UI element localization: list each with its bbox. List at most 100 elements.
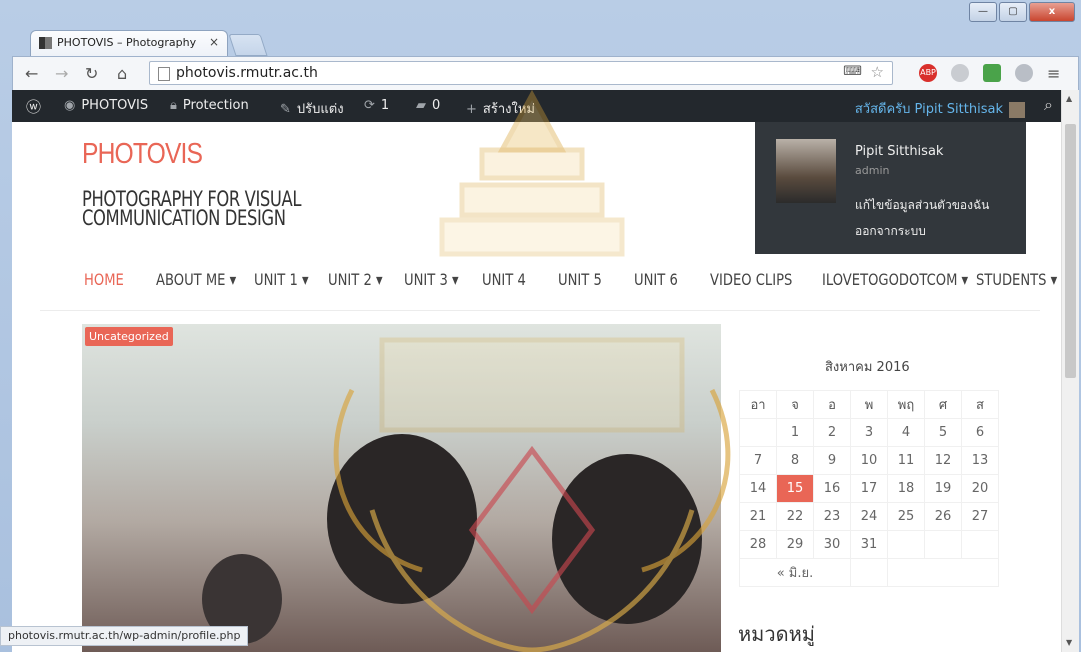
site-title[interactable]: PHOTOVIS bbox=[82, 138, 203, 171]
calendar-day: 24 bbox=[850, 502, 888, 531]
scroll-up-icon[interactable]: ▲ bbox=[1066, 94, 1072, 103]
close-window-button[interactable]: x bbox=[1029, 2, 1075, 22]
calendar-prev-link[interactable]: « มิ.ย. bbox=[739, 558, 851, 587]
scrollbar-thumb[interactable] bbox=[1065, 124, 1076, 378]
calendar-day-header: ส bbox=[961, 390, 999, 419]
home-icon[interactable]: ⌂ bbox=[117, 64, 127, 83]
admin-protection-link[interactable]: 🔒︎ Protection bbox=[170, 98, 249, 113]
brush-icon: ✎ bbox=[280, 102, 291, 117]
calendar-day-header: ศ bbox=[924, 390, 962, 419]
calendar-day bbox=[924, 530, 962, 559]
main-menu: HOME ABOUT ME ▾ UNIT 1 ▾ UNIT 2 ▾ UNIT 3… bbox=[12, 270, 1061, 310]
menu-item-about-me[interactable]: ABOUT ME ▾ bbox=[156, 270, 236, 289]
tab-title: PHOTOVIS – Photography bbox=[57, 36, 197, 49]
menu-item-unit-3[interactable]: UNIT 3 ▾ bbox=[404, 270, 459, 289]
menu-item-unit-1[interactable]: UNIT 1 ▾ bbox=[254, 270, 309, 289]
calendar-day: 11 bbox=[887, 446, 925, 475]
calendar-table: อา จ อ พ พฤ ศ ส 1 2 3 4 5 6 7 8 9 10 11 … bbox=[739, 390, 999, 587]
avatar bbox=[1009, 101, 1025, 118]
tab-close-icon[interactable]: × bbox=[209, 35, 219, 49]
calendar-day bbox=[739, 418, 777, 447]
calendar-day: 5 bbox=[924, 418, 962, 447]
forward-arrow-icon[interactable]: → bbox=[55, 64, 68, 83]
extension-globe-icon[interactable] bbox=[1015, 64, 1033, 82]
wp-admin-bar: ⓦ ◉ PHOTOVIS 🔒︎ Protection ✎ ปรับแต่ง ⟳ 1 ▰ 0… bbox=[12, 90, 1061, 122]
scroll-down-icon[interactable]: ▼ bbox=[1066, 638, 1072, 647]
menu-item-students[interactable]: STUDENTS ▾ bbox=[976, 270, 1057, 289]
reload-icon[interactable]: ↻ bbox=[85, 64, 98, 83]
calendar-day: 7 bbox=[739, 446, 777, 475]
new-tab-button[interactable] bbox=[228, 34, 268, 56]
calendar-day: 8 bbox=[776, 446, 814, 475]
calendar-day: 25 bbox=[887, 502, 925, 531]
address-url: photovis.rmutr.ac.th bbox=[176, 65, 318, 81]
calendar-day: 9 bbox=[813, 446, 851, 475]
browser-toolbar: ← → ↻ ⌂ photovis.rmutr.ac.th ⌨ ☆ ABP ≡ bbox=[12, 56, 1079, 90]
extension-gray-icon[interactable] bbox=[951, 64, 969, 82]
menu-item-ilovetogodotcom[interactable]: ILOVETOGODOTCOM ▾ bbox=[822, 270, 968, 289]
admin-new-link[interactable]: + สร้างใหม่ bbox=[466, 98, 535, 119]
calendar-day: 10 bbox=[850, 446, 888, 475]
calendar-day: 26 bbox=[924, 502, 962, 531]
search-icon[interactable]: ⌕ bbox=[1044, 95, 1053, 115]
menu-item-home[interactable]: HOME bbox=[84, 270, 124, 289]
profile-role[interactable]: admin bbox=[855, 164, 889, 177]
calendar-spacer bbox=[850, 558, 888, 587]
translate-icon[interactable]: ⌨ bbox=[843, 64, 862, 79]
status-bar: photovis.rmutr.ac.th/wp-admin/profile.ph… bbox=[0, 626, 249, 646]
menu-hamburger-icon[interactable]: ≡ bbox=[1047, 64, 1060, 83]
calendar-day: 3 bbox=[850, 418, 888, 447]
category-badge[interactable]: Uncategorized bbox=[85, 327, 173, 346]
calendar-day: 27 bbox=[961, 502, 999, 531]
calendar-day: 17 bbox=[850, 474, 888, 503]
browser-tab[interactable]: PHOTOVIS – Photography × bbox=[30, 30, 228, 56]
edit-profile-link[interactable]: แก้ไขข้อมูลส่วนตัวของฉัน bbox=[855, 196, 989, 215]
calendar-day: 16 bbox=[813, 474, 851, 503]
comment-icon: ▰ bbox=[416, 98, 426, 113]
vertical-scrollbar[interactable]: ▲ ▼ bbox=[1061, 90, 1079, 652]
admin-customize-link[interactable]: ✎ ปรับแต่ง bbox=[280, 98, 344, 119]
back-arrow-icon[interactable]: ← bbox=[25, 64, 38, 83]
menu-item-unit-6[interactable]: UNIT 6 bbox=[634, 270, 678, 289]
categories-heading: หมวดหมู่ bbox=[738, 622, 815, 646]
page-icon bbox=[158, 67, 170, 81]
menu-item-unit-4[interactable]: UNIT 4 bbox=[482, 270, 526, 289]
profile-avatar[interactable] bbox=[776, 139, 836, 203]
admin-greeting: สวัสดีครับ Pipit Sitthisak bbox=[854, 102, 1003, 117]
featured-image[interactable]: Uncategorized bbox=[82, 324, 721, 652]
admin-site-link[interactable]: ◉ PHOTOVIS bbox=[64, 98, 148, 113]
minimize-button[interactable]: — bbox=[969, 2, 997, 22]
calendar-day bbox=[961, 530, 999, 559]
maximize-button[interactable]: ▢ bbox=[999, 2, 1027, 22]
bookmark-star-icon[interactable]: ☆ bbox=[871, 63, 884, 81]
admin-comments-count: 0 bbox=[432, 98, 441, 113]
address-bar[interactable]: photovis.rmutr.ac.th ⌨ ☆ bbox=[149, 61, 893, 85]
calendar-day: 30 bbox=[813, 530, 851, 559]
calendar-next-empty bbox=[887, 558, 999, 587]
admin-updates-link[interactable]: ⟳ 1 bbox=[364, 98, 389, 113]
calendar-day: 28 bbox=[739, 530, 777, 559]
photo-head bbox=[327, 434, 477, 604]
admin-comments-link[interactable]: ▰ 0 bbox=[416, 98, 440, 113]
logout-link[interactable]: ออกจากระบบ bbox=[855, 222, 926, 241]
calendar-day-header: พ bbox=[850, 390, 888, 419]
calendar-day-header: อ bbox=[813, 390, 851, 419]
admin-account-link[interactable]: สวัสดีครับ Pipit Sitthisak bbox=[855, 98, 1025, 119]
calendar-day: 13 bbox=[961, 446, 999, 475]
menu-item-unit-2[interactable]: UNIT 2 ▾ bbox=[328, 270, 383, 289]
menu-item-video-clips[interactable]: VIDEO CLIPS bbox=[710, 270, 792, 289]
calendar-today[interactable]: 15 bbox=[776, 474, 814, 503]
menu-item-unit-5[interactable]: UNIT 5 bbox=[558, 270, 602, 289]
admin-customize-label: ปรับแต่ง bbox=[296, 102, 344, 117]
admin-site-name: PHOTOVIS bbox=[81, 98, 149, 113]
account-dropdown: Pipit Sitthisak admin แก้ไขข้อมูลส่วนตัว… bbox=[755, 122, 1026, 254]
menu-divider bbox=[40, 310, 1040, 311]
wordpress-logo-icon[interactable]: ⓦ bbox=[26, 96, 41, 117]
site-favicon-icon bbox=[39, 37, 52, 49]
calendar-day-header: พฤ bbox=[887, 390, 925, 419]
calendar-day: 12 bbox=[924, 446, 962, 475]
adblock-plus-icon[interactable]: ABP bbox=[919, 64, 937, 82]
profile-name[interactable]: Pipit Sitthisak bbox=[855, 144, 943, 159]
extension-green-icon[interactable] bbox=[983, 64, 1001, 82]
calendar-day: 23 bbox=[813, 502, 851, 531]
